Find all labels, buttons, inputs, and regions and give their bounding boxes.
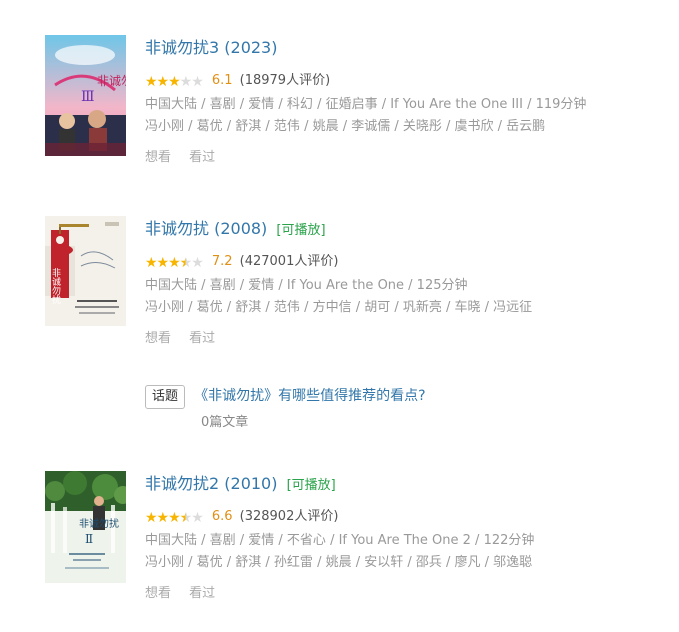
movie-meta-info: 中国大陆 / 喜剧 / 爱情 / 不省心 / If You Are The On… xyxy=(145,533,535,548)
topic-article-count: 0篇文章 xyxy=(201,415,249,430)
movie-title-link[interactable]: 非诚勿扰 (2008) xyxy=(145,219,267,238)
star-rating: ★★★★★ xyxy=(145,74,204,90)
movie-poster[interactable]: 非诚勿扰 Ⅱ xyxy=(45,471,126,583)
movie-meta-info: 中国大陆 / 喜剧 / 爱情 / If You Are the One / 12… xyxy=(145,278,468,293)
poster-image: 非诚勿扰 Ⅱ xyxy=(45,471,126,583)
playable-badge[interactable]: [可播放] xyxy=(287,478,336,493)
movie-poster[interactable]: 非诚勿扰 Ⅲ xyxy=(45,35,126,156)
topic-badge[interactable]: 话题 xyxy=(145,385,186,409)
rating-count: (427001人评价) xyxy=(239,254,339,269)
movie-title-link[interactable]: 非诚勿扰2 (2010) xyxy=(145,474,277,493)
movie-title-link[interactable]: 非诚勿扰3 (2023) xyxy=(145,38,277,57)
poster-title-text: 非诚勿扰 xyxy=(79,517,119,530)
topic-block: 话题 《非诚勿扰》有哪些值得推荐的看点? 0篇文章 xyxy=(145,385,645,430)
poster-number-text: Ⅲ xyxy=(81,89,95,105)
want-to-watch-button[interactable]: 想看 xyxy=(145,331,171,346)
poster-image: 非诚勿扰 Ⅲ xyxy=(45,35,126,156)
watched-button[interactable]: 看过 xyxy=(189,331,215,346)
topic-title-link[interactable]: 《非诚勿扰》有哪些值得推荐的看点? xyxy=(194,388,425,404)
playable-badge[interactable]: [可播放] xyxy=(276,223,325,238)
rating-row: ★★★★★ 6.6 (328902人评价) xyxy=(145,505,665,526)
rating-count: (328902人评价) xyxy=(239,509,339,524)
watched-button[interactable]: 看过 xyxy=(189,586,215,601)
movie-poster[interactable]: 非诚勿扰 xyxy=(45,216,126,326)
rating-score: 6.1 xyxy=(211,73,233,88)
poster-title-text: 非诚勿扰 xyxy=(97,74,126,88)
movie-meta-info: 中国大陆 / 喜剧 / 爱情 / 科幻 / 征婚启事 / If You Are … xyxy=(145,97,587,112)
star-rating: ★★★★★ xyxy=(145,255,204,271)
rating-row: ★★★★★ 6.1 (18979人评价) xyxy=(145,69,665,90)
movie-cast: 冯小刚 / 葛优 / 舒淇 / 范伟 / 方中信 / 胡可 / 巩新亮 / 车晓… xyxy=(145,300,533,315)
watched-button[interactable]: 看过 xyxy=(189,150,215,165)
poster-image: 非诚勿扰 xyxy=(45,216,126,326)
rating-row: ★★★★★ 7.2 (427001人评价) xyxy=(145,250,665,271)
rating-count: (18979人评价) xyxy=(239,73,331,88)
poster-number-text: Ⅱ xyxy=(85,532,93,546)
rating-score: 7.2 xyxy=(211,254,233,269)
want-to-watch-button[interactable]: 想看 xyxy=(145,586,171,601)
poster-title-text: 非诚勿扰 xyxy=(50,267,61,305)
movie-cast: 冯小刚 / 葛优 / 舒淇 / 孙红雷 / 姚晨 / 安以轩 / 邵兵 / 廖凡… xyxy=(145,555,533,570)
star-rating: ★★★★★ xyxy=(145,510,204,526)
rating-score: 6.6 xyxy=(211,509,233,524)
want-to-watch-button[interactable]: 想看 xyxy=(145,150,171,165)
movie-cast: 冯小刚 / 葛优 / 舒淇 / 范伟 / 姚晨 / 李诚儒 / 关晓彤 / 虞书… xyxy=(145,119,546,134)
